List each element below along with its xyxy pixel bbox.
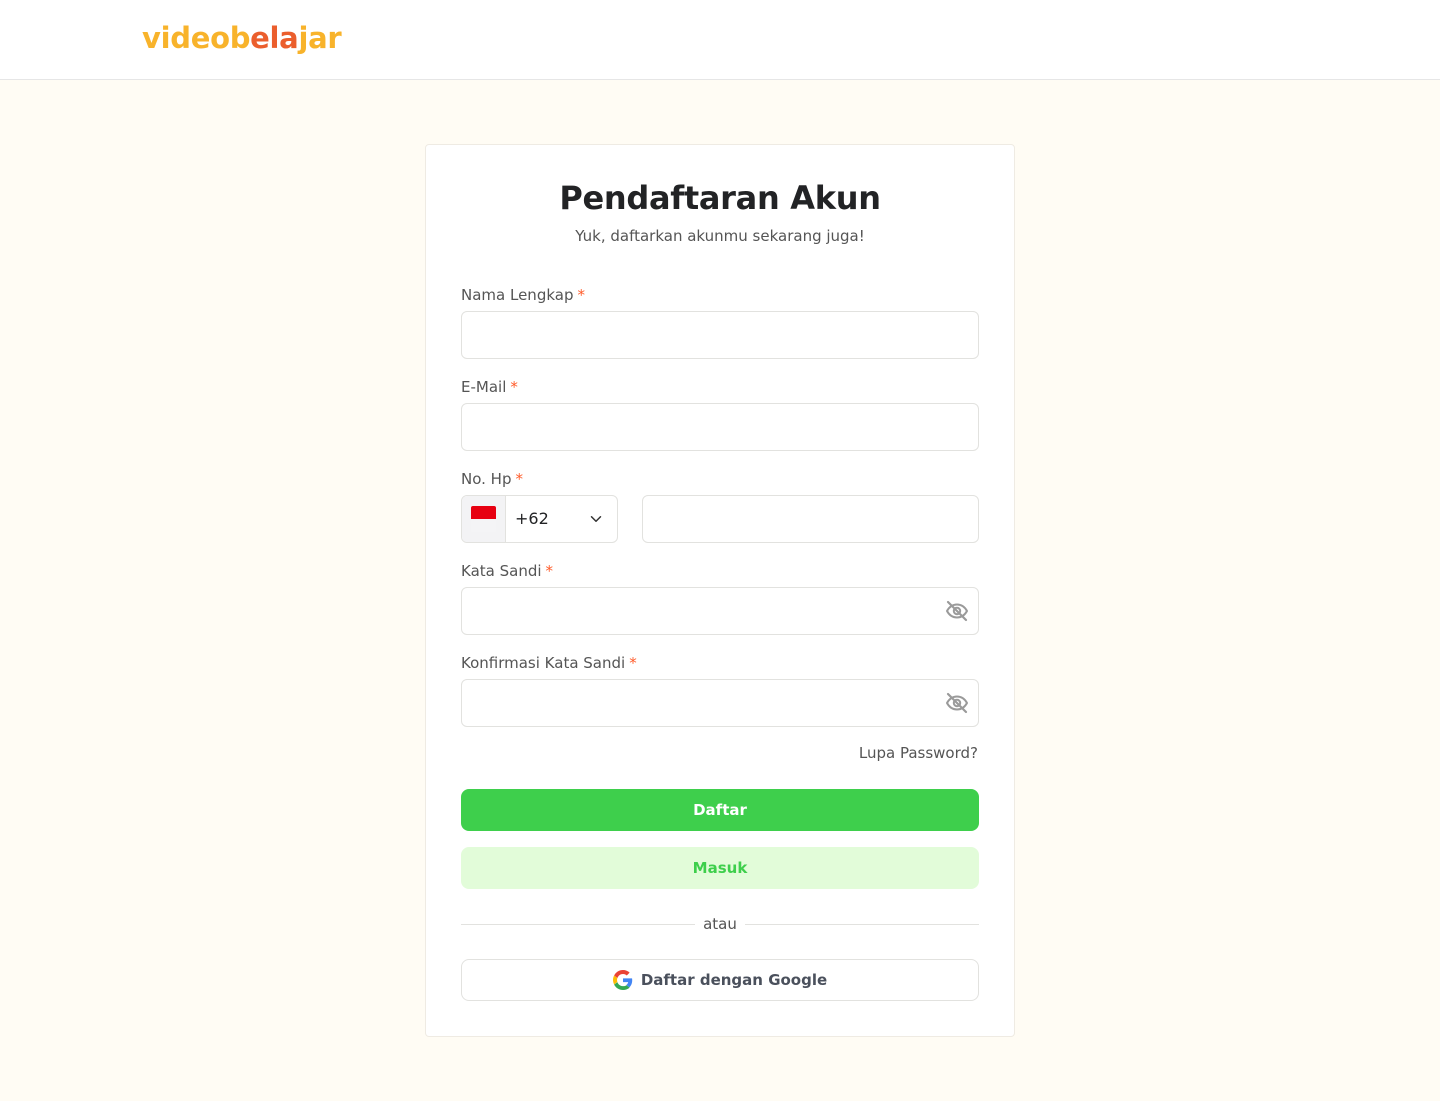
password-field xyxy=(461,587,979,635)
required-mark: * xyxy=(629,654,637,672)
register-card: Pendaftaran Akun Yuk, daftarkan akunmu s… xyxy=(425,144,1015,1037)
phone-label-text: No. Hp xyxy=(461,470,512,488)
indonesia-flag-icon xyxy=(471,506,496,532)
divider-line-right xyxy=(745,924,979,925)
logo[interactable]: videobelajar xyxy=(142,18,342,58)
country-code-select[interactable]: +62 xyxy=(461,495,618,543)
top-navbar: videobelajar xyxy=(0,0,1440,80)
required-mark: * xyxy=(515,470,523,488)
or-divider: atau xyxy=(461,913,979,935)
google-register-button[interactable]: Daftar dengan Google xyxy=(461,959,979,1001)
flag-container xyxy=(462,496,506,542)
login-button[interactable]: Masuk xyxy=(461,847,979,889)
email-label-text: E-Mail xyxy=(461,378,507,396)
confirm-password-field xyxy=(461,679,979,727)
email-label: E-Mail * xyxy=(461,376,518,398)
country-code-value: +62 xyxy=(515,509,549,528)
page-subtitle: Yuk, daftarkan akunmu sekarang juga! xyxy=(575,227,865,245)
logo-text-part2: ela xyxy=(250,21,299,55)
full-name-label: Nama Lengkap * xyxy=(461,284,585,306)
page-title: Pendaftaran Akun xyxy=(559,179,881,217)
phone-label: No. Hp * xyxy=(461,468,523,490)
full-name-label-text: Nama Lengkap xyxy=(461,286,574,304)
password-label-text: Kata Sandi xyxy=(461,562,542,580)
logo-text-part3: jar xyxy=(298,21,342,55)
google-button-label: Daftar dengan Google xyxy=(640,971,828,989)
register-button[interactable]: Daftar xyxy=(461,789,979,831)
password-label: Kata Sandi * xyxy=(461,560,553,582)
password-input[interactable] xyxy=(461,587,979,635)
google-icon xyxy=(612,970,633,990)
email-input[interactable] xyxy=(461,403,979,451)
logo-text-part1: videob xyxy=(142,21,251,55)
eye-off-icon[interactable] xyxy=(945,691,969,715)
forgot-password-link[interactable]: Lupa Password? xyxy=(859,742,978,764)
full-name-input[interactable] xyxy=(461,311,979,359)
required-mark: * xyxy=(545,562,554,580)
confirm-password-label: Konfirmasi Kata Sandi * xyxy=(461,652,637,674)
phone-number-input[interactable] xyxy=(642,495,979,543)
eye-off-icon[interactable] xyxy=(945,599,969,623)
required-mark: * xyxy=(510,378,518,396)
confirm-password-label-text: Konfirmasi Kata Sandi xyxy=(461,654,626,672)
required-mark: * xyxy=(577,286,585,304)
chevron-down-icon xyxy=(590,516,602,522)
confirm-password-input[interactable] xyxy=(461,679,979,727)
